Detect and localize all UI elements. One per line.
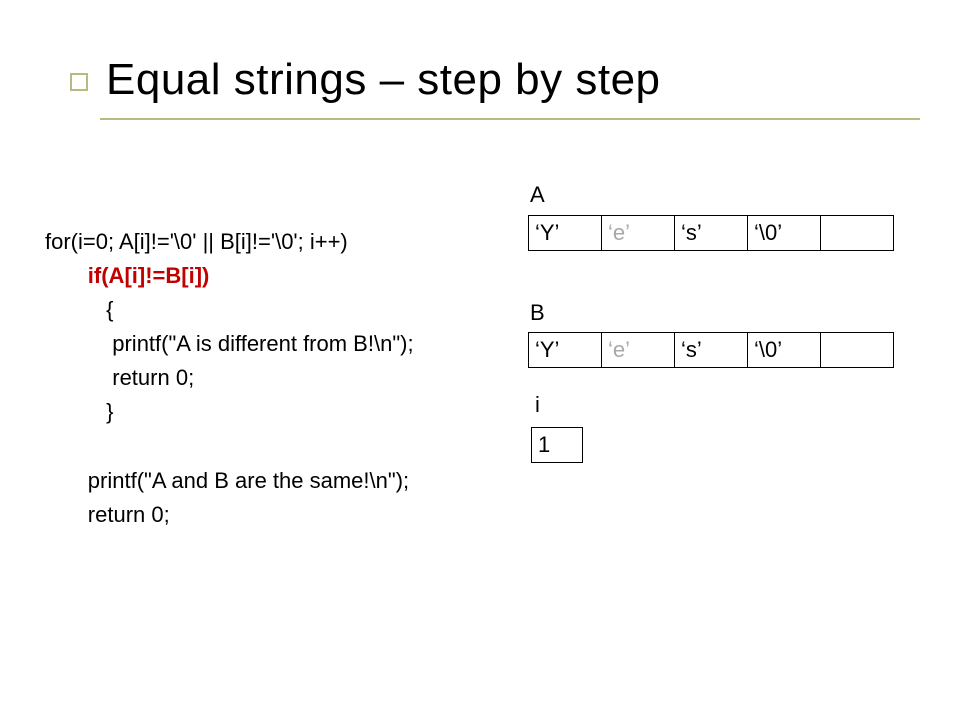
code-line-1: for(i=0; A[i]!='\0' || B[i]!='\0'; i++) xyxy=(45,229,348,254)
array-b-cell-0: ‘Y’ xyxy=(529,333,602,368)
table-row: ‘Y’ ‘e’ ‘s’ ‘\0’ xyxy=(529,216,894,251)
code-line-9: return 0; xyxy=(88,502,170,527)
variable-i-value: 1 xyxy=(531,427,583,463)
array-b-cell-4 xyxy=(821,333,894,368)
code-line-6: } xyxy=(106,399,113,424)
array-a-cell-3: ‘\0’ xyxy=(748,216,821,251)
code-line-5: return 0; xyxy=(112,365,194,390)
title-underline xyxy=(100,118,920,120)
code-line-2-highlighted: if(A[i]!=B[i]) xyxy=(88,263,210,288)
array-a-cell-4 xyxy=(821,216,894,251)
array-b-cell-2: ‘s’ xyxy=(675,333,748,368)
title-bullet-icon xyxy=(70,73,88,91)
code-line-3: { xyxy=(106,297,113,322)
code-block: for(i=0; A[i]!='\0' || B[i]!='\0'; i++) … xyxy=(45,225,414,532)
slide-title: Equal strings – step by step xyxy=(106,55,661,105)
title-area: Equal strings – step by step xyxy=(70,55,661,105)
code-line-4: printf("A is different from B!\n"); xyxy=(112,331,413,356)
label-array-b: B xyxy=(530,300,545,326)
label-variable-i: i xyxy=(535,392,540,418)
slide: Equal strings – step by step for(i=0; A[… xyxy=(0,0,960,720)
array-b: ‘Y’ ‘e’ ‘s’ ‘\0’ xyxy=(528,332,894,368)
array-b-cell-1: ‘e’ xyxy=(602,333,675,368)
table-row: ‘Y’ ‘e’ ‘s’ ‘\0’ xyxy=(529,333,894,368)
code-line-8: printf("A and B are the same!\n"); xyxy=(88,468,409,493)
array-a-cell-1: ‘e’ xyxy=(602,216,675,251)
array-a-cell-0: ‘Y’ xyxy=(529,216,602,251)
array-a-cell-2: ‘s’ xyxy=(675,216,748,251)
array-b-cell-3: ‘\0’ xyxy=(748,333,821,368)
label-array-a: A xyxy=(530,182,545,208)
array-a: ‘Y’ ‘e’ ‘s’ ‘\0’ xyxy=(528,215,894,251)
